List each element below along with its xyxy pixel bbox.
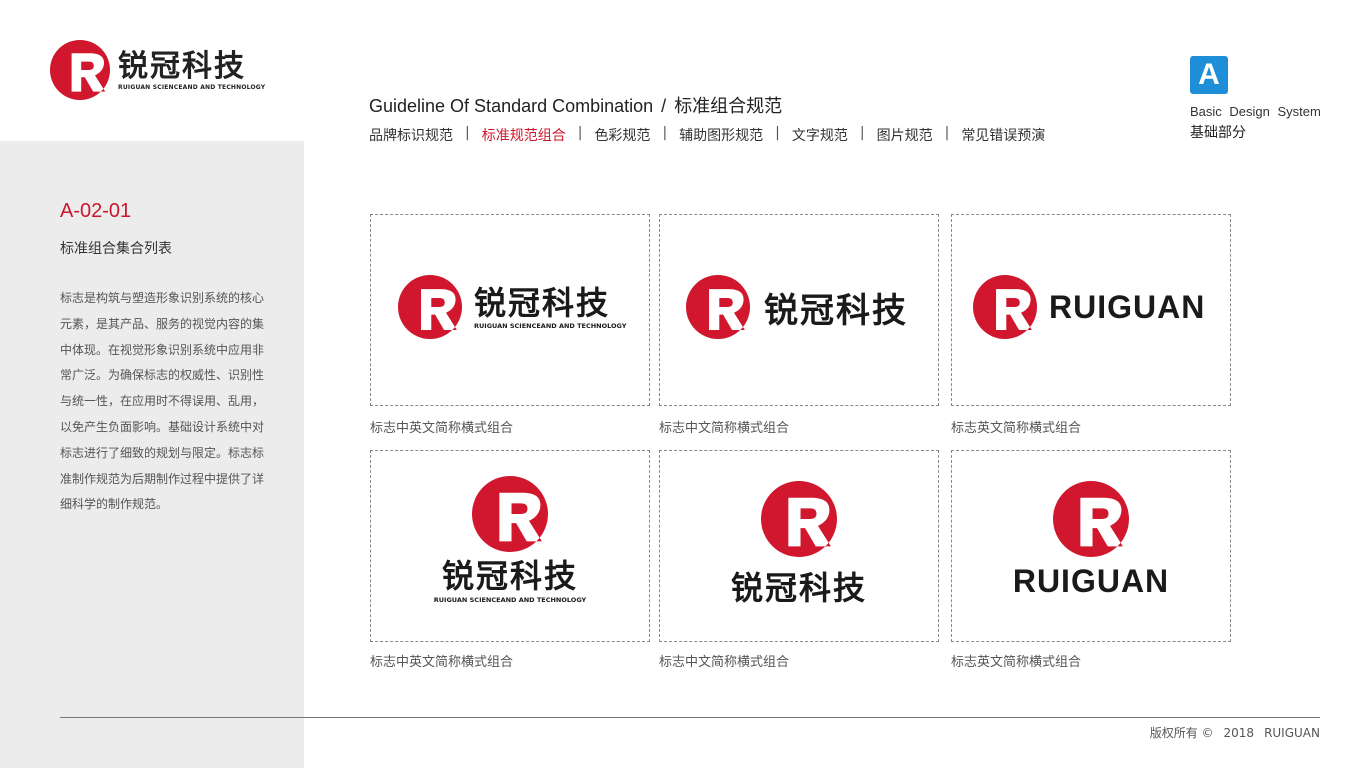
copyright-label: 版权所有 ©	[1149, 726, 1214, 740]
wordmark-latin: RUIGUAN	[1049, 288, 1206, 325]
nav-divider: |	[775, 125, 780, 141]
nav-divider: |	[577, 125, 583, 141]
logo-lockup: 锐冠科技 RUIGUAN SCIENCEAND AND TECHNOLOGY	[398, 275, 626, 339]
copyright-company: RUIGUAN	[1264, 726, 1320, 740]
nav-divider: |	[465, 125, 470, 141]
combination-card-cn-en-vertical: 锐冠科技 RUIGUAN SCIENCEAND AND TECHNOLOGY	[370, 450, 650, 642]
section-badge: A	[1190, 56, 1228, 94]
nav-divider: |	[944, 125, 950, 141]
brand-name-cn: 锐冠科技	[118, 48, 246, 84]
nav-item-standard-combination[interactable]: 标准规范组合	[482, 125, 566, 145]
section-nav: 品牌标识规范 | 标准规范组合 | 色彩规范 | 辅助图形规范 | 文字规范 |…	[369, 125, 1045, 145]
section-name-en: Basic Design System	[1190, 104, 1321, 119]
combination-caption: 标志英文简称横式组合	[951, 655, 1082, 670]
logo-lockup: 锐冠科技	[660, 481, 938, 609]
copyright-year: 2018	[1223, 726, 1255, 740]
nav-item-color[interactable]: 色彩规范	[594, 125, 650, 145]
r-circle-logo-icon	[1053, 481, 1129, 557]
brand-name-en: RUIGUAN SCIENCEAND AND TECHNOLOGY	[118, 83, 266, 91]
r-circle-logo-icon	[472, 476, 548, 552]
combination-caption: 标志英文简称横式组合	[951, 421, 1082, 436]
combination-caption: 标志中文简称横式组合	[659, 655, 790, 670]
combination-caption: 标志中英文简称横式组合	[370, 421, 514, 436]
nav-item-images[interactable]: 图片规范	[877, 125, 933, 145]
nav-item-auxiliary-graphics[interactable]: 辅助图形规范	[679, 125, 763, 145]
combination-card-cn-en-horizontal: 锐冠科技 RUIGUAN SCIENCEAND AND TECHNOLOGY	[370, 214, 650, 406]
logo-lockup: RUIGUAN	[952, 481, 1230, 600]
r-circle-logo-icon	[973, 275, 1037, 339]
combination-card-cn-vertical: 锐冠科技	[659, 450, 939, 642]
nav-divider: |	[662, 125, 668, 141]
logo-lockup: RUIGUAN	[973, 275, 1205, 339]
nav-item-typography[interactable]: 文字规范	[792, 125, 848, 145]
wordmark-latin: RUIGUAN	[1012, 563, 1170, 599]
page-description: 标志是构筑与塑造形象识别系统的核心元素，是其产品、服务的视觉内容的集中体现。在视…	[60, 291, 265, 512]
page-heading: Guideline Of Standard Combination / 标准组合规范	[369, 92, 782, 118]
heading-separator: /	[661, 96, 667, 116]
wordmark-cn: 锐冠科技	[730, 569, 867, 607]
page-subtitle: 标准组合集合列表	[60, 241, 172, 257]
r-circle-logo-icon	[761, 481, 837, 557]
combination-card-en-horizontal: RUIGUAN	[951, 214, 1231, 406]
copyright: 版权所有 © 2018 RUIGUAN	[1150, 724, 1320, 741]
wordmark-cn: 锐冠科技	[474, 283, 611, 322]
brand-logo[interactable]: 锐冠科技 RUIGUAN SCIENCEAND AND TECHNOLOGY	[50, 40, 265, 100]
logo-lockup: 锐冠科技 RUIGUAN SCIENCEAND AND TECHNOLOGY	[371, 476, 649, 604]
nav-divider: |	[859, 125, 865, 141]
logo-lockup: 锐冠科技	[686, 275, 908, 339]
section-name-cn: 基础部分	[1190, 125, 1246, 141]
heading-cn: 标准组合规范	[674, 96, 783, 116]
r-circle-logo-icon	[50, 40, 110, 100]
footer-divider	[60, 717, 1320, 718]
combination-caption: 标志中文简称横式组合	[659, 421, 790, 436]
wordmark-cn: 锐冠科技	[441, 557, 578, 595]
wordmark-cn: 锐冠科技	[764, 290, 908, 331]
combination-card-en-vertical: RUIGUAN	[951, 450, 1231, 642]
r-circle-logo-icon	[398, 275, 462, 339]
wordmark-en: RUIGUAN SCIENCEAND AND TECHNOLOGY	[433, 596, 587, 604]
nav-item-brand-logo[interactable]: 品牌标识规范	[369, 125, 453, 145]
wordmark-en: RUIGUAN SCIENCEAND AND TECHNOLOGY	[474, 321, 627, 330]
heading-en: Guideline Of Standard Combination	[369, 96, 654, 116]
combination-card-cn-horizontal: 锐冠科技	[659, 214, 939, 406]
nav-item-common-errors[interactable]: 常见错误预演	[961, 125, 1045, 145]
page-code: A-02-01	[60, 200, 132, 222]
combination-caption: 标志中英文简称横式组合	[370, 655, 514, 670]
r-circle-logo-icon	[686, 275, 750, 339]
